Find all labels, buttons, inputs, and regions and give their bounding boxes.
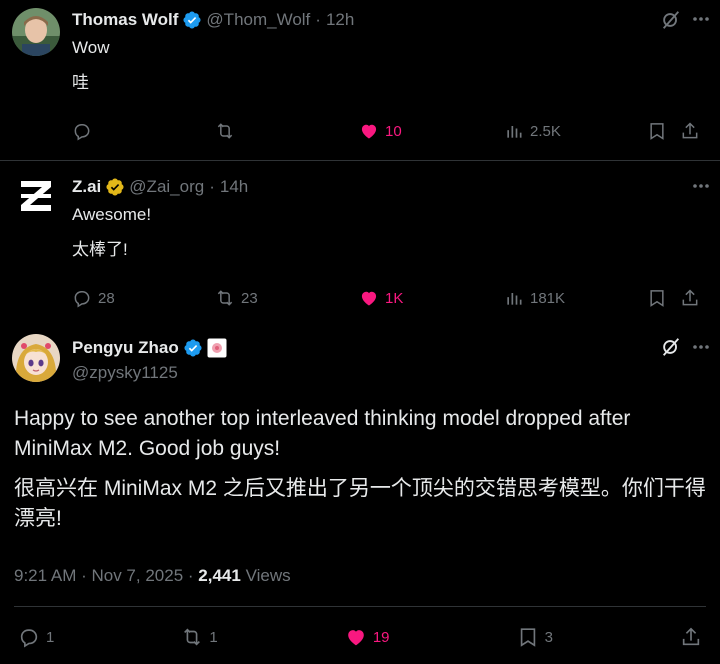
grok-icon[interactable]	[660, 9, 682, 31]
author-name[interactable]: Pengyu Zhao	[72, 337, 179, 359]
like-icon	[361, 124, 377, 139]
more-icon[interactable]	[692, 344, 710, 350]
like-button[interactable]: 19	[345, 626, 390, 648]
bookmark-icon	[520, 628, 535, 647]
like-button[interactable]: 10	[359, 121, 504, 141]
action-bar: 10 2.5K	[72, 118, 706, 144]
author-handle[interactable]: @zpysky1125	[72, 362, 178, 384]
tweet-text: Happy to see another top interleaved thi…	[14, 407, 631, 460]
views-button[interactable]: 181K	[504, 288, 647, 308]
view-count: 2,441	[198, 566, 241, 585]
separator: ·	[315, 10, 321, 29]
grok-icon[interactable]	[660, 336, 682, 358]
bookmark-count: 3	[544, 628, 553, 646]
retweet-icon	[217, 290, 233, 306]
share-button[interactable]	[680, 288, 700, 308]
tweet-text-translation: 很高兴在 MiniMax M2 之后又推出了另一个顶尖的交错思考模型。你们干得漂…	[14, 477, 706, 530]
avatar[interactable]	[12, 172, 60, 220]
like-icon	[348, 630, 364, 646]
reply-button[interactable]: 28	[72, 288, 215, 308]
verified-icon	[182, 10, 202, 30]
bookmark-icon	[650, 290, 664, 307]
retweet-icon	[217, 123, 233, 139]
retweet-button[interactable]: 1	[181, 626, 218, 648]
retweet-button[interactable]: 23	[215, 288, 359, 308]
share-button[interactable]	[680, 121, 700, 141]
retweet-button[interactable]	[215, 121, 359, 141]
author-name[interactable]: Z.ai	[72, 176, 101, 198]
views-icon	[507, 293, 522, 305]
tweet-zai[interactable]: Z.ai @Zai_org · 14h Awesome! 太棒了! 28 23 …	[0, 161, 720, 321]
like-count: 19	[372, 628, 390, 646]
main-tweet: Pengyu Zhao @zpysky1125 Happy to see ano…	[0, 320, 720, 664]
bookmark-button[interactable]	[647, 288, 680, 308]
tweet-meta: 9:21 AM · Nov 7, 2025 · 2,441 Views	[14, 566, 291, 586]
bookmark-icon	[650, 123, 664, 140]
affiliation-badge-icon[interactable]	[207, 338, 227, 358]
reply-button[interactable]: 1	[18, 626, 54, 648]
share-icon	[682, 627, 700, 646]
author-name[interactable]: Thomas Wolf	[72, 9, 178, 31]
like-icon	[361, 291, 377, 306]
retweet-count: 1	[209, 628, 218, 646]
like-count: 10	[385, 122, 402, 140]
tweet-text: Wow	[72, 38, 110, 57]
views-count: 181K	[530, 289, 566, 307]
tweet-text-translation: 太棒了!	[72, 240, 128, 259]
more-icon[interactable]	[692, 183, 710, 189]
like-count: 1K	[385, 289, 404, 307]
share-icon	[682, 289, 698, 306]
timestamp[interactable]: 9:21 AM · Nov 7, 2025 ·	[14, 566, 194, 585]
more-icon[interactable]	[692, 16, 710, 22]
reply-count: 28	[98, 289, 115, 307]
bookmark-button[interactable]	[647, 121, 680, 141]
action-bar: 28 23 1K 181K	[72, 285, 706, 311]
reply-icon	[74, 124, 90, 141]
views-button[interactable]: 2.5K	[504, 121, 647, 141]
reply-count: 1	[46, 628, 55, 646]
views-count: 2.5K	[530, 122, 561, 140]
share-icon	[682, 122, 698, 139]
tweet-thomas-wolf[interactable]: Thomas Wolf @Thom_Wolf · 12h Wow 哇 10 2.…	[0, 0, 720, 160]
reply-icon	[20, 629, 38, 648]
verified-icon	[105, 177, 125, 197]
retweet-icon	[184, 628, 201, 646]
reply-button[interactable]	[72, 121, 215, 141]
separator: ·	[209, 177, 215, 196]
avatar[interactable]	[12, 8, 60, 56]
author-handle[interactable]: @Thom_Wolf	[206, 9, 310, 31]
main-action-bar: 1 1 19 3	[18, 624, 702, 650]
retweet-count: 23	[241, 289, 258, 307]
views-label: Views	[245, 566, 291, 585]
tweet-time[interactable]: 12h	[326, 9, 354, 31]
share-button[interactable]	[680, 626, 702, 648]
tweet-time[interactable]: 14h	[220, 176, 248, 198]
tweet-text: Awesome!	[72, 205, 152, 224]
reply-icon	[74, 291, 90, 308]
views-icon	[507, 126, 522, 138]
bookmark-button[interactable]: 3	[517, 626, 553, 648]
divider	[14, 606, 706, 607]
author-handle[interactable]: @Zai_org	[129, 176, 204, 198]
verified-icon	[183, 338, 203, 358]
avatar[interactable]	[12, 334, 60, 382]
tweet-text-translation: 哇	[72, 73, 89, 92]
like-button[interactable]: 1K	[359, 288, 504, 308]
